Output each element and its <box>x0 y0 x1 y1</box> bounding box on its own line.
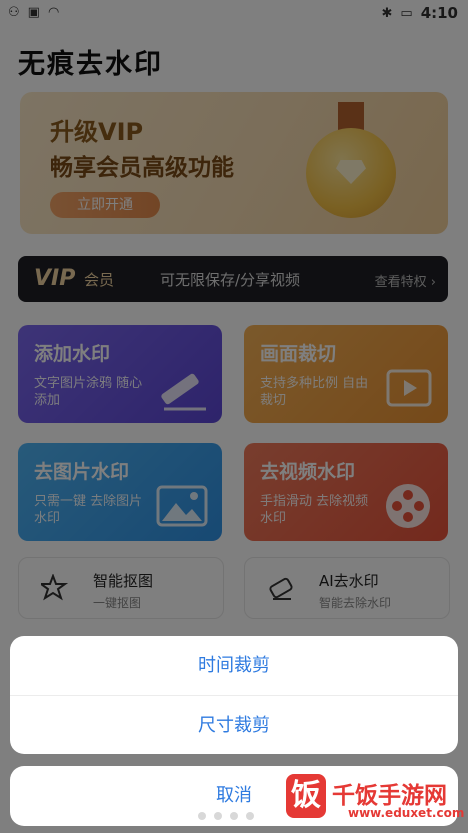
time-crop-option[interactable]: 时间裁剪 <box>10 636 458 695</box>
size-crop-option[interactable]: 尺寸裁剪 <box>10 695 458 754</box>
watermark-name: 千饭手游网 <box>332 783 447 809</box>
crop-action-sheet: 时间裁剪 尺寸裁剪 <box>10 636 458 754</box>
site-watermark: 饭 千饭手游网 www.eduxet.com <box>286 770 468 828</box>
watermark-url: www.eduxet.com <box>348 806 465 820</box>
watermark-logo: 饭 <box>286 774 326 818</box>
page-indicator <box>198 812 254 820</box>
